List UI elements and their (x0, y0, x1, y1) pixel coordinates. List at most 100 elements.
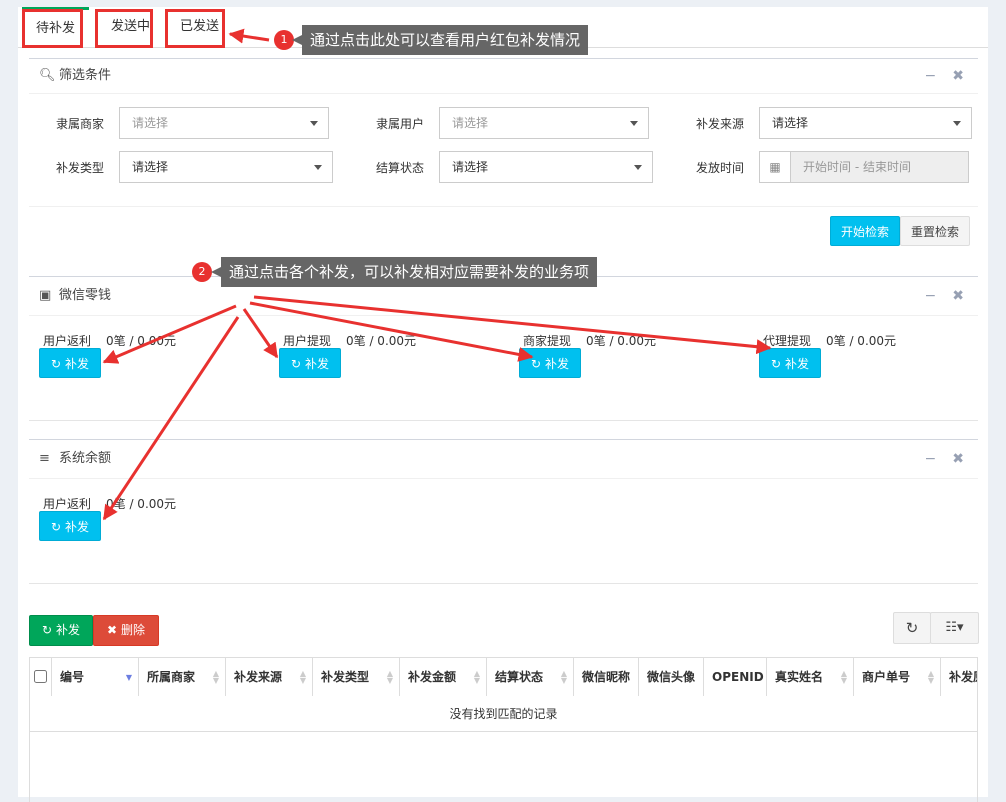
column-header[interactable]: 编号 ▼ (52, 658, 139, 696)
reissue-wechat-rebate-button[interactable]: ↻ 补发 (39, 348, 101, 378)
annotation-badge-1: 1 (274, 30, 294, 50)
button-label: 补发 (55, 623, 80, 637)
balance-item-value: 0笔 / 0.00元 (106, 497, 177, 511)
refresh-icon: ↻ (51, 520, 62, 534)
column-header[interactable]: 补发原因 (941, 658, 977, 696)
sort-icon: ▲ ▼ (212, 669, 219, 685)
sort-icon: ▲ ▼ (560, 669, 567, 685)
merchant-select-value: 请选择 (132, 116, 169, 130)
refresh-icon: ↻ (42, 623, 53, 637)
type-select-value: 请选择 (132, 160, 169, 174)
button-label: 补发 (544, 357, 569, 371)
sort-desc-icon: ▼ (125, 673, 132, 682)
refresh-icon: ↻ (771, 357, 782, 371)
delete-button[interactable]: ✖ 删除 (93, 615, 159, 646)
sort-icon: ▲ ▼ (299, 669, 306, 685)
column-header[interactable]: 真实姓名 ▲ ▼ (767, 658, 854, 696)
grid-icon: ☷▾ (945, 620, 964, 635)
column-header[interactable]: 补发类型 ▲ ▼ (313, 658, 400, 696)
sort-icon: ▲ ▼ (840, 669, 847, 685)
button-label: 补发 (64, 357, 89, 371)
collapse-icon[interactable]: − (925, 68, 937, 84)
user-select[interactable]: 请选择 (439, 107, 649, 139)
source-select-value: 请选择 (772, 116, 809, 130)
calendar-icon: ▦ (760, 152, 791, 182)
user-select-value: 请选择 (452, 116, 489, 130)
column-header[interactable]: 结算状态 ▲ ▼ (487, 658, 574, 696)
column-header[interactable]: 微信头像 (639, 658, 704, 696)
annotation-box-sent (165, 9, 225, 48)
collapse-icon[interactable]: − (925, 451, 937, 467)
button-label: 删除 (120, 623, 145, 637)
balance-panel-title: 系统余额 (59, 451, 112, 466)
refresh-icon: ↻ (905, 619, 919, 637)
close-icon[interactable]: ✖ (952, 288, 964, 304)
sort-icon: ▲ ▼ (386, 669, 393, 685)
reset-button[interactable]: 重置检索 (900, 216, 971, 246)
status-select[interactable]: 请选择 (439, 151, 653, 183)
wechat-item-label: 用户提现 (283, 334, 332, 348)
annotation-tip-1: 通过点击此处可以查看用户红包补发情况 (291, 25, 589, 55)
search-icon: 🔍︎ (39, 68, 56, 83)
column-header[interactable]: OPENID (704, 658, 767, 696)
type-select[interactable]: 请选择 (119, 151, 333, 183)
column-header[interactable]: 所属商家 ▲ ▼ (139, 658, 226, 696)
column-label: 真实姓名 (775, 670, 824, 684)
empty-table-message: 没有找到匹配的记录 (29, 696, 978, 732)
date-range-placeholder: 开始时间 - 结束时间 (803, 160, 911, 174)
annotation-box-sending (95, 9, 153, 48)
collapse-icon[interactable]: − (925, 288, 937, 304)
wechat-panel-title: 微信零钱 (59, 288, 112, 303)
filter-divider (29, 206, 978, 207)
column-label: 补发金额 (408, 670, 457, 684)
reissue-wechat-merchant-withdraw-button[interactable]: ↻ 补发 (519, 348, 581, 378)
filter-panel-header: 🔍︎ 筛选条件 − ✖ (29, 59, 978, 94)
refresh-icon: ↻ (51, 357, 62, 371)
balance-panel-header: ≡ 系统余额 − ✖ (29, 440, 978, 479)
select-all-checkbox[interactable] (34, 670, 47, 683)
wechat-item-label: 商家提现 (523, 334, 572, 348)
filter-panel-title: 筛选条件 (59, 68, 112, 83)
column-header[interactable]: 补发金额 ▲ ▼ (400, 658, 487, 696)
column-header[interactable]: 补发来源 ▲ ▼ (226, 658, 313, 696)
button-label: 补发 (784, 357, 809, 371)
annotation-tip-2: 通过点击各个补发，可以补发相对应需要补发的业务项 (210, 257, 598, 287)
date-range-input[interactable]: ▦ 开始时间 - 结束时间 (759, 151, 969, 183)
column-label: 微信昵称 (582, 670, 631, 684)
column-label: 补发来源 (234, 670, 283, 684)
user-label: 隶属用户 (376, 117, 425, 131)
delete-icon: ✖ (107, 623, 118, 637)
sort-icon: ▲ ▼ (927, 669, 934, 685)
bulk-reissue-button[interactable]: ↻ 补发 (29, 615, 93, 646)
reissue-wechat-user-withdraw-button[interactable]: ↻ 补发 (279, 348, 341, 378)
close-icon[interactable]: ✖ (952, 451, 964, 467)
column-header[interactable]: 微信昵称 (574, 658, 639, 696)
wechat-item-label: 用户返利 (43, 334, 92, 348)
column-label: 微信头像 (647, 670, 696, 684)
table-body (29, 732, 978, 802)
balance-item-label: 用户返利 (43, 497, 92, 511)
close-icon[interactable]: ✖ (952, 68, 964, 84)
column-header[interactable]: 商户单号 ▲ ▼ (854, 658, 941, 696)
database-icon: ≡ (39, 451, 50, 466)
wechat-item-value: 0笔 / 0.00元 (346, 334, 417, 348)
refresh-icon: ↻ (291, 357, 302, 371)
wechat-item-value: 0笔 / 0.00元 (826, 334, 897, 348)
wechat-item-value: 0笔 / 0.00元 (586, 334, 657, 348)
columns-toggle-button[interactable]: ☷▾ (930, 612, 979, 644)
source-select[interactable]: 请选择 (759, 107, 972, 139)
reissue-balance-rebate-button[interactable]: ↻ 补发 (39, 511, 101, 541)
annotation-box-pending (22, 9, 83, 48)
status-select-value: 请选择 (452, 160, 489, 174)
column-label: 所属商家 (147, 670, 196, 684)
search-button[interactable]: 开始检索 (830, 216, 901, 246)
annotation-badge-2: 2 (192, 262, 212, 282)
refresh-icon: ↻ (531, 357, 542, 371)
sort-icon: ▲ ▼ (473, 669, 480, 685)
refresh-table-button[interactable]: ↻ (893, 612, 931, 644)
column-label: 结算状态 (495, 670, 544, 684)
type-label: 补发类型 (56, 161, 105, 175)
merchant-select[interactable]: 请选择 (119, 107, 329, 139)
reissue-wechat-agent-withdraw-button[interactable]: ↻ 补发 (759, 348, 821, 378)
table-header: 编号 ▼ 所属商家 ▲ ▼ 补发来源 ▲ ▼ 补发类型 ▲ ▼ 补发金额 ▲ ▼ 结算状态 ▲ ▼ 微… (29, 657, 978, 697)
